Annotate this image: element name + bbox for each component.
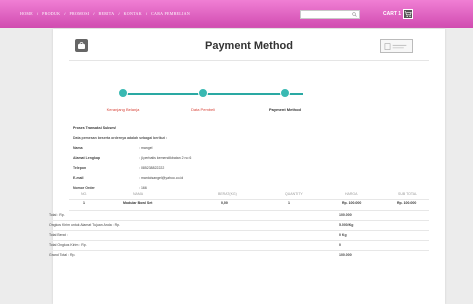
main-nav: HOME / PRODUK / PROMOSI / BERITA / KONTA… — [20, 11, 194, 16]
summary-value: 0 Kg — [339, 233, 347, 237]
search-input[interactable] — [300, 10, 360, 19]
nav-item-berita[interactable]: BERITA — [99, 11, 115, 16]
table-row: 1 Modular Bowl Set 0,00 1 Rp. 100.000 Rp… — [53, 201, 445, 207]
info-label: Nomor Order — [73, 186, 95, 190]
summary-label: Total : Rp. — [49, 213, 65, 217]
table-header-cell: QUANTITY — [285, 192, 303, 196]
order-summary: Total : Rp. 100.000 Ongkos Kirim untuk A… — [49, 213, 445, 283]
nav-item-produk[interactable]: PRODUK — [42, 11, 60, 16]
nav-item-home[interactable]: HOME — [20, 11, 33, 16]
info-value: : mantoisangel@yahoo.co.id — [139, 176, 184, 180]
table-cell: 0,00 — [221, 201, 228, 205]
table-divider — [69, 199, 429, 200]
step-1-dot — [118, 88, 128, 98]
summary-value: 100.000 — [339, 213, 352, 217]
info-label: Telepon — [73, 166, 87, 170]
nav-separator: / — [93, 11, 95, 16]
summary-label: Total Ongkos Kirim : Rp. — [49, 243, 87, 247]
top-navigation-bar: HOME / PRODUK / PROMOSI / BERITA / KONTA… — [0, 0, 473, 28]
table-header-cell: NO. — [81, 192, 88, 196]
table-header-cell: BERAT(KG) — [218, 192, 237, 196]
cart-icon[interactable] — [403, 9, 413, 19]
info-value: : mangel — [139, 146, 153, 150]
payment-panel: Payment Method Keranjang Belanja Data Pe… — [49, 29, 445, 304]
step-label-payment-method: Payment Method — [268, 107, 301, 112]
search-icon[interactable] — [352, 12, 357, 17]
info-subheading: Data pemesan beserta ordernya adalah seb… — [73, 136, 167, 140]
summary-divider — [49, 250, 429, 251]
table-cell: Rp. 100.000 — [397, 201, 417, 205]
info-label: E-mail — [73, 176, 84, 180]
nav-separator: / — [64, 11, 66, 16]
cart-label[interactable]: CART 1 — [383, 11, 401, 17]
summary-value: 0 — [339, 243, 341, 247]
table-header-cell: SUB TOTAL — [398, 192, 418, 196]
table-cell: 1 — [288, 201, 290, 205]
summary-divider — [49, 240, 429, 241]
nav-separator: / — [36, 11, 39, 16]
table-header-cell: HARGA — [345, 192, 358, 196]
table-cell: 1 — [83, 201, 85, 205]
header-divider — [69, 60, 429, 61]
info-value: : 085238822222 — [139, 166, 165, 170]
step-3-dot — [280, 88, 290, 98]
checkout-progress-line — [123, 93, 303, 95]
summary-label: Total Berat : — [49, 233, 68, 237]
table-divider — [69, 210, 429, 211]
info-value: : 166 — [139, 186, 147, 190]
step-2-dot — [198, 88, 208, 98]
brand-logo — [380, 39, 413, 53]
info-label: Alamat Lengkap — [73, 156, 101, 160]
nav-separator: / — [145, 11, 148, 16]
summary-divider — [49, 220, 429, 221]
summary-label: Grand Total : Rp. — [49, 253, 76, 257]
info-value: : jl.perbatis kemendikbatan 2 no 6 — [139, 156, 192, 160]
table-header-cell: NAMA — [133, 192, 144, 196]
nav-separator: / — [118, 11, 120, 16]
summary-label: Ongkos Kirim untuk Alamat Tujuan Anda : … — [49, 223, 121, 227]
table-cell: Rp. 100.000 — [342, 201, 362, 205]
order-table-header: NO. NAMA BERAT(KG) QUANTITY HARGA SUB TO… — [53, 192, 445, 198]
summary-value: 100.000 — [339, 253, 352, 257]
nav-item-cara-pembelian[interactable]: CARA PEMBELIAN — [151, 11, 190, 16]
info-label: Nama — [73, 146, 83, 150]
summary-divider — [49, 230, 429, 231]
nav-item-promosi[interactable]: PROMOSI — [69, 11, 89, 16]
table-cell: Modular Bowl Set — [123, 201, 153, 205]
step-label-keranjang[interactable]: Keranjang Belanja — [93, 107, 153, 112]
success-heading: Proses Transaksi Sukses! — [73, 126, 117, 130]
summary-value: 5.000/Kg — [339, 223, 354, 227]
step-label-data-pembeli[interactable]: Data Pembeli — [173, 107, 233, 112]
nav-item-kontak[interactable]: KONTAK — [124, 11, 142, 16]
